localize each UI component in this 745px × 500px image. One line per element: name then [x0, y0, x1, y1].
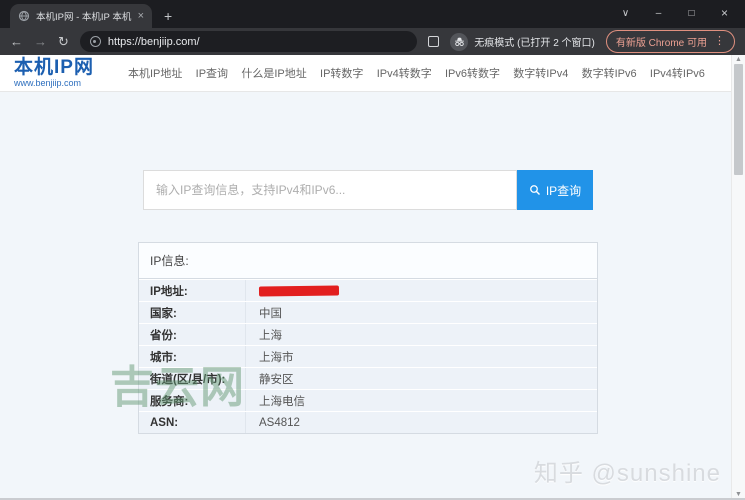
tab-preview-icon[interactable] — [428, 36, 440, 47]
row-value: 静安区 — [259, 373, 294, 386]
table-row: 城市: 上海市 — [139, 345, 597, 367]
site-nav: 本机IP地址 IP查询 什么是IP地址 IP转数字 IPv4转数字 IPv6转数… — [128, 65, 705, 81]
table-row: ASN: AS4812 — [139, 411, 597, 433]
ip-info-table: IP信息: IP地址: 国家: 中国 省份: 上海 城市: 上海市 街道(区/县… — [138, 242, 598, 434]
nav-item[interactable]: IPv4转数字 — [377, 65, 432, 81]
logo-title: 本机IP网 — [14, 56, 94, 78]
search-icon — [529, 185, 540, 195]
minimize-button[interactable]: – — [642, 8, 675, 19]
site-logo[interactable]: 本机IP网 www.benjiip.com — [14, 56, 94, 89]
scroll-up-icon[interactable]: ▲ — [732, 56, 745, 64]
row-label: 省份: — [139, 324, 246, 345]
nav-item[interactable]: 数字转IPv6 — [582, 65, 637, 81]
scrollbar-thumb[interactable] — [734, 64, 743, 175]
row-value: 上海市 — [259, 351, 294, 364]
nav-item[interactable]: IPv6转数字 — [445, 65, 500, 81]
row-value: 上海 — [259, 329, 282, 342]
new-tab-button[interactable]: + — [164, 9, 172, 23]
nav-item[interactable]: 什么是IP地址 — [241, 65, 306, 81]
incognito-label: 无痕模式 (已打开 2 个窗口) — [474, 38, 595, 49]
incognito-indicator: 无痕模式 (已打开 2 个窗口) — [450, 32, 595, 51]
back-button[interactable]: ← — [10, 35, 23, 48]
row-label: ASN: — [139, 412, 246, 433]
table-row: 服务商: 上海电信 — [139, 389, 597, 411]
nav-item[interactable]: IP查询 — [196, 65, 228, 81]
chrome-update-chip[interactable]: 有新版 Chrome 可用 ⋮ — [605, 30, 735, 53]
address-bar[interactable]: https://benjiip.com/ — [79, 31, 418, 52]
redaction-bar — [258, 284, 340, 297]
url-text[interactable]: https://benjiip.com/ — [108, 36, 200, 48]
row-label: 国家: — [139, 302, 246, 323]
ip-search-button[interactable]: IP查询 — [517, 170, 593, 210]
row-value: AS4812 — [259, 416, 300, 429]
row-value: 中国 — [259, 307, 282, 320]
ip-info-header: IP信息: — [139, 243, 597, 279]
row-label: 街道(区/县/市): — [139, 368, 246, 389]
browser-toolbar: ← → ↻ https://benjiip.com/ 无痕模式 (已打开 2 个… — [0, 28, 745, 55]
maximize-button[interactable]: □ — [675, 8, 708, 19]
browser-tab[interactable]: 本机IP网 - 本机IP 本机IP地址 本机 × — [10, 4, 152, 28]
chrome-update-label: 有新版 Chrome 可用 — [615, 38, 707, 49]
row-label: 城市: — [139, 346, 246, 367]
browser-menu-icon[interactable]: ⋮ — [714, 36, 725, 47]
ip-search-form: IP查询 — [143, 170, 593, 210]
tab-strip: 本机IP网 - 本机IP 本机IP地址 本机 × + ∨ – □ × — [0, 0, 745, 28]
search-button-label: IP查询 — [545, 183, 582, 198]
nav-item[interactable]: 数字转IPv4 — [513, 65, 568, 81]
table-row: 街道(区/县/市): 静安区 — [139, 367, 597, 389]
nav-item[interactable]: 本机IP地址 — [128, 65, 182, 81]
table-row: 省份: 上海 — [139, 323, 597, 345]
row-label: IP地址: — [139, 280, 246, 301]
tab-title: 本机IP网 - 本机IP 本机IP地址 本机 — [36, 12, 132, 23]
browser-window: 本机IP网 - 本机IP 本机IP地址 本机 × + ∨ – □ × ← → ↻… — [0, 0, 745, 500]
table-row: IP地址: — [139, 279, 597, 301]
logo-subtitle: www.benjiip.com — [14, 77, 82, 88]
forward-button[interactable]: → — [34, 35, 47, 48]
window-controls: ∨ – □ × — [609, 0, 741, 26]
close-window-button[interactable]: × — [708, 6, 741, 20]
watermark-bottom-right: 知乎 @sunshine — [533, 460, 721, 487]
row-value: 上海电信 — [259, 395, 305, 408]
table-row: 国家: 中国 — [139, 301, 597, 323]
tab-close-icon[interactable]: × — [138, 10, 144, 22]
site-header: 本机IP网 www.benjiip.com 本机IP地址 IP查询 什么是IP地… — [0, 55, 745, 91]
site-info-icon[interactable] — [89, 36, 101, 47]
ip-search-input[interactable] — [143, 170, 517, 210]
page-scrollbar[interactable]: ▲ ▼ — [731, 55, 745, 500]
page-content: 本机IP网 www.benjiip.com 本机IP地址 IP查询 什么是IP地… — [0, 55, 745, 500]
tab-search-chevron-icon[interactable]: ∨ — [609, 8, 642, 19]
row-value — [246, 280, 597, 301]
ip-table-body: IP地址: 国家: 中国 省份: 上海 城市: 上海市 街道(区/县/市): 静… — [139, 279, 597, 433]
row-label: 服务商: — [139, 390, 246, 411]
incognito-icon — [450, 32, 469, 51]
nav-item[interactable]: IPv4转IPv6 — [650, 65, 705, 81]
reload-button[interactable]: ↻ — [58, 35, 69, 48]
nav-item[interactable]: IP转数字 — [320, 65, 363, 81]
globe-favicon-icon — [18, 10, 30, 22]
